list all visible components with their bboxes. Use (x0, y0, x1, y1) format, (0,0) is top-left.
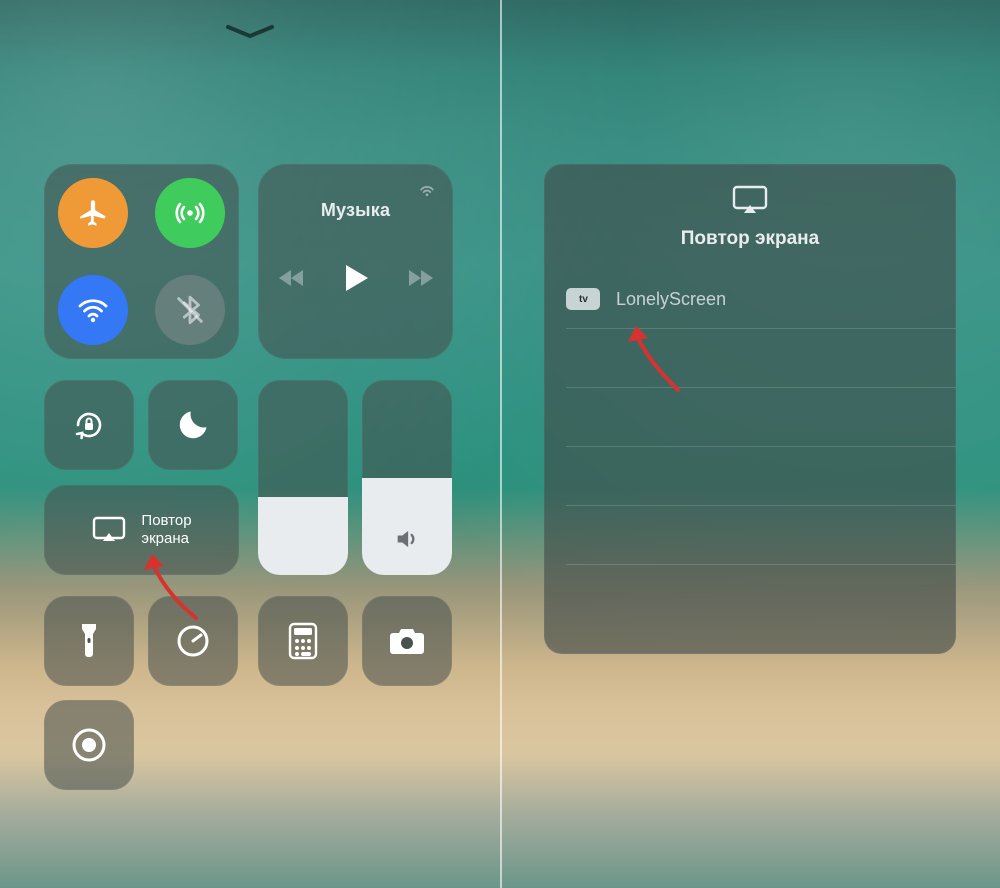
empty-row (544, 329, 956, 387)
empty-row (544, 506, 956, 564)
media-playback-tile[interactable]: Музыка (258, 164, 453, 359)
bluetooth-toggle[interactable] (155, 275, 225, 345)
airplane-mode-toggle[interactable] (58, 178, 128, 248)
flashlight-icon (77, 620, 101, 662)
media-next-button[interactable] (405, 266, 435, 290)
moon-icon (175, 407, 211, 443)
control-center-pane: Музыка (0, 0, 500, 888)
do-not-disturb-toggle[interactable] (148, 380, 238, 470)
timer-button[interactable] (148, 596, 238, 686)
cellular-icon (171, 194, 209, 232)
flashlight-button[interactable] (44, 596, 134, 686)
screen-mirroring-icon (91, 515, 127, 545)
screen-mirroring-button[interactable]: Повтор экрана (44, 485, 239, 575)
screen-record-button[interactable] (44, 700, 134, 790)
row-separator (566, 564, 956, 565)
screen-mirroring-label: Повтор экрана (141, 512, 191, 548)
orientation-lock-toggle[interactable] (44, 380, 134, 470)
airplay-device-row[interactable]: tv LonelyScreen (544, 270, 956, 328)
airplay-audio-icon (417, 178, 437, 198)
airplay-device-name: LonelyScreen (616, 289, 726, 310)
wifi-toggle[interactable] (58, 275, 128, 345)
camera-button[interactable] (362, 596, 452, 686)
screen-mirroring-header-icon (730, 184, 770, 216)
bluetooth-off-icon (173, 293, 207, 327)
brightness-icon (289, 525, 317, 553)
empty-row (544, 388, 956, 446)
screen-mirroring-panel: Повтор экрана tv LonelyScreen (544, 164, 956, 654)
cellular-data-toggle[interactable] (155, 178, 225, 248)
screen-mirroring-pane: Повтор экрана tv LonelyScreen (500, 0, 1000, 888)
orientation-lock-icon (68, 404, 110, 446)
calculator-icon (288, 622, 318, 660)
brightness-slider[interactable] (258, 380, 348, 575)
calculator-button[interactable] (258, 596, 348, 686)
media-title: Музыка (321, 200, 390, 221)
empty-row (544, 447, 956, 505)
airplane-icon (76, 196, 110, 230)
screen-mirroring-panel-title: Повтор экрана (681, 228, 819, 250)
camera-icon (387, 625, 427, 657)
wifi-icon (75, 292, 111, 328)
volume-slider[interactable] (362, 380, 452, 575)
connectivity-group (44, 164, 239, 359)
media-play-button[interactable] (343, 263, 369, 293)
volume-icon (393, 525, 421, 553)
pull-down-handle-icon[interactable] (222, 22, 278, 42)
record-icon (69, 725, 109, 765)
apple-tv-badge-icon: tv (566, 288, 600, 310)
media-prev-button[interactable] (277, 266, 307, 290)
pane-divider (500, 0, 502, 888)
timer-icon (173, 621, 213, 661)
